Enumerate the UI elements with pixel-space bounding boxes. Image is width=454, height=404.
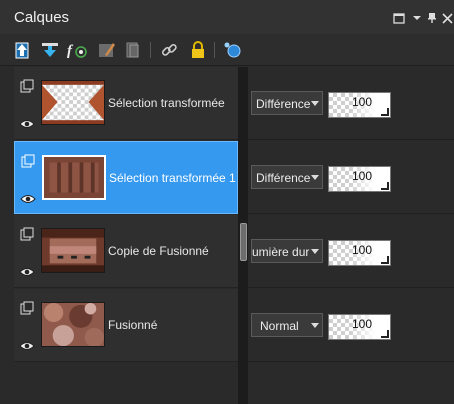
layer-type-icon[interactable] xyxy=(21,154,35,168)
blend-mode-select[interactable]: Normal xyxy=(251,313,323,337)
layer-thumbnail xyxy=(42,155,106,200)
opacity-value: 100 xyxy=(351,169,372,183)
blend-mode-value: Différence xyxy=(256,171,311,185)
paint-globe-icon[interactable] xyxy=(222,39,244,61)
eye-icon[interactable] xyxy=(20,192,36,204)
layer-row[interactable]: Sélection transformée xyxy=(14,67,238,140)
chevron-down-icon xyxy=(311,175,319,180)
resize-corner-icon xyxy=(381,256,389,264)
layers-list: Sélection transformée Sélection transfor… xyxy=(0,67,238,404)
resize-corner-icon xyxy=(381,182,389,190)
mask-brush-icon[interactable] xyxy=(96,39,118,61)
blend-mode-select[interactable]: Différence xyxy=(251,91,323,115)
toolbar-separator xyxy=(214,42,215,58)
layer-row-icons xyxy=(14,67,40,140)
eye-icon[interactable] xyxy=(19,339,35,351)
blend-mode-select[interactable]: umière dur xyxy=(251,239,323,263)
blend-mode-select[interactable]: Différence xyxy=(251,165,323,189)
opacity-value: 100 xyxy=(351,243,372,257)
layer-properties-row: umière dur 100 xyxy=(248,215,454,288)
blend-mode-value: Normal xyxy=(260,319,299,333)
layer-type-icon[interactable] xyxy=(20,227,34,241)
layer-thumbnail xyxy=(41,228,105,273)
layer-row[interactable]: Fusionné xyxy=(14,289,238,362)
layer-thumbnail xyxy=(41,302,105,347)
panel-title: Calques xyxy=(14,9,70,26)
layer-row-icons xyxy=(14,215,40,288)
resize-corner-icon xyxy=(381,108,389,116)
pin-icon[interactable] xyxy=(425,11,439,25)
toolbar-separator xyxy=(150,42,151,58)
blend-mode-value: umière dur xyxy=(252,245,310,259)
opacity-field[interactable]: 100 xyxy=(328,166,391,192)
layer-properties-row: Normal 100 xyxy=(248,289,454,362)
close-icon[interactable] xyxy=(440,11,454,25)
chevron-down-icon xyxy=(311,101,319,106)
svg-text:f: f xyxy=(67,43,74,59)
layer-name: Sélection transformée xyxy=(108,96,225,110)
layer-properties-row: Différence 100 xyxy=(248,67,454,140)
panel-titlebar: Calques xyxy=(0,0,454,34)
lock-icon[interactable] xyxy=(187,39,209,61)
layer-row[interactable]: Sélection transformée 1 xyxy=(14,141,238,214)
opacity-field[interactable]: 100 xyxy=(328,92,391,118)
restore-icon[interactable] xyxy=(392,11,406,25)
layer-row-icons xyxy=(15,142,41,215)
layer-properties: Différence 100 Différence 100 umière dur… xyxy=(248,67,454,404)
new-raster-layer-icon[interactable] xyxy=(11,39,33,61)
blend-mode-value: Différence xyxy=(256,97,311,111)
chevron-down-icon xyxy=(311,323,319,328)
new-vector-layer-icon[interactable] xyxy=(39,39,61,61)
eye-icon[interactable] xyxy=(19,117,35,129)
eye-icon[interactable] xyxy=(19,265,35,277)
layer-thumbnail xyxy=(41,80,105,125)
opacity-value: 100 xyxy=(351,95,372,109)
group-layers-icon[interactable] xyxy=(122,39,144,61)
layer-row[interactable]: Copie de Fusionné xyxy=(14,215,238,288)
layer-row-icons xyxy=(14,289,40,362)
chevron-down-icon xyxy=(311,249,319,254)
layer-type-icon[interactable] xyxy=(20,79,34,93)
opacity-field[interactable]: 100 xyxy=(328,240,391,266)
layers-toolbar: f xyxy=(0,34,454,66)
layer-name: Copie de Fusionné xyxy=(108,244,209,258)
dropdown-icon[interactable] xyxy=(410,11,424,25)
layer-type-icon[interactable] xyxy=(20,301,34,315)
fx-layer-icon[interactable]: f xyxy=(66,39,88,61)
layer-name: Sélection transformée 1 xyxy=(109,171,236,185)
opacity-field[interactable]: 100 xyxy=(328,314,391,340)
layer-name: Fusionné xyxy=(108,318,158,332)
splitter-handle[interactable] xyxy=(240,223,247,261)
resize-corner-icon xyxy=(381,330,389,338)
layer-properties-row: Différence 100 xyxy=(248,141,454,214)
opacity-value: 100 xyxy=(351,317,372,331)
link-icon[interactable] xyxy=(158,39,180,61)
